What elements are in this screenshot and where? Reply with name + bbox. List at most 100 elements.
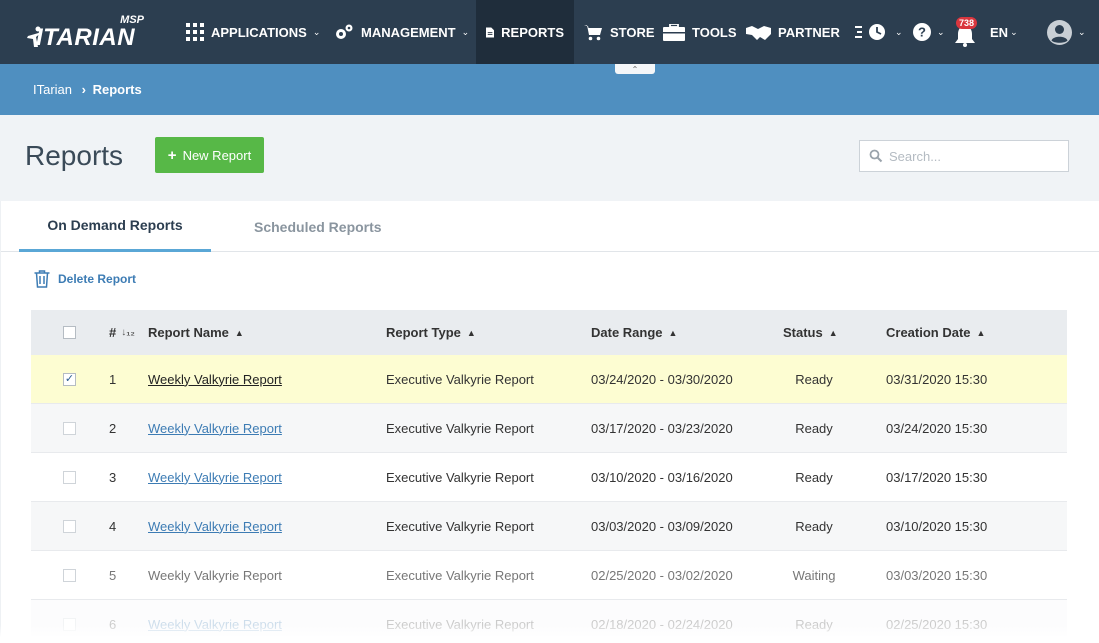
collapse-header-toggle[interactable]: ⌃ (615, 64, 655, 74)
report-type: Executive Valkyrie Report (386, 469, 534, 485)
chevron-up-icon: ⌃ (631, 64, 639, 74)
chevron-down-icon: ⌄ (895, 26, 903, 37)
date-range: 03/17/2020 - 03/23/2020 (591, 420, 733, 436)
chevron-down-icon: ⌄ (312, 26, 321, 37)
sort-icon: ▲︎ (234, 327, 244, 338)
column-header-status[interactable]: Status ▲︎ (783, 310, 838, 355)
handshake-icon (746, 25, 771, 40)
plus-icon: + (167, 146, 177, 164)
search-input[interactable] (889, 148, 1059, 164)
top-navigation-bar: MSP ITARIAN APPLICATIONS ⌄ MANAGEMENT ⌄ … (0, 0, 1099, 64)
select-all-checkbox[interactable] (63, 326, 76, 339)
page-title: Reports (25, 140, 124, 171)
column-range-label: Date Range (591, 325, 663, 340)
grid-icon (186, 23, 204, 41)
nav-reports[interactable]: REPORTS (476, 0, 574, 64)
tab-on-demand-reports[interactable]: On Demand Reports (19, 201, 211, 252)
date-range: 03/10/2020 - 03/16/2020 (591, 469, 733, 485)
help-question-icon: ? (913, 23, 931, 41)
page-header: Reports + New Report (0, 115, 1099, 201)
row-checkbox[interactable] (63, 470, 76, 484)
history-clock-icon (855, 24, 885, 40)
nav-management-label: MANAGEMENT (361, 24, 456, 40)
breadcrumb: ITarian › Reports (33, 82, 142, 97)
new-report-label: New Report (182, 147, 252, 163)
report-name-text: Weekly Valkyrie Report (148, 567, 282, 583)
nav-store[interactable]: STORE (584, 0, 655, 64)
nav-applications[interactable]: APPLICATIONS ⌄ (186, 0, 320, 64)
column-header-report-type[interactable]: Report Type ▲︎ (386, 310, 476, 355)
delete-report-button[interactable]: Delete Report (34, 270, 136, 288)
report-name-link[interactable]: Weekly Valkyrie Report (148, 519, 282, 534)
help-menu[interactable]: ? ⌄ (913, 0, 945, 64)
chevron-down-icon: ⌄ (1078, 26, 1086, 37)
select-all-cell (63, 310, 76, 355)
nav-store-label: STORE (610, 24, 655, 40)
nav-management[interactable]: MANAGEMENT ⌄ (334, 0, 469, 64)
table-row[interactable]: 5 Weekly Valkyrie Report Executive Valky… (31, 551, 1067, 600)
report-name-link[interactable]: Weekly Valkyrie Report (148, 470, 282, 485)
table-row[interactable]: ✓ 1 Weekly Valkyrie Report Executive Val… (31, 355, 1067, 404)
reports-table: # ↓₁₂ Report Name ▲︎ Report Type ▲︎ Date… (31, 310, 1067, 643)
table-row[interactable]: 3 Weekly Valkyrie Report Executive Valky… (31, 453, 1067, 502)
row-checkbox[interactable] (63, 519, 76, 533)
gears-icon (336, 24, 353, 39)
language-label: EN (990, 24, 1009, 40)
report-type: Executive Valkyrie Report (386, 420, 534, 436)
sort-icon: ▲︎ (668, 327, 678, 338)
language-selector[interactable]: EN ⌄ (990, 0, 1018, 64)
cart-icon (584, 24, 602, 40)
notification-count-badge: 738 (956, 17, 978, 29)
breadcrumb-root-link[interactable]: ITarian (33, 82, 72, 97)
row-checkbox[interactable] (63, 568, 76, 582)
itarian-logo[interactable]: MSP ITARIAN (26, 14, 146, 51)
table-row[interactable]: 2 Weekly Valkyrie Report Executive Valky… (31, 404, 1067, 453)
column-header-number[interactable]: # ↓₁₂ (109, 310, 135, 355)
creation-date: 03/24/2020 15:30 (886, 420, 988, 436)
report-type: Executive Valkyrie Report (386, 518, 534, 534)
column-header-report-name[interactable]: Report Name ▲︎ (148, 310, 244, 355)
recent-history-menu[interactable]: ⌄ (855, 0, 903, 64)
sort-icon: ▲︎ (828, 327, 838, 338)
status-text: Ready (795, 420, 833, 436)
reports-panel: On Demand Reports Scheduled Reports Dele… (1, 201, 1099, 643)
row-number: 2 (109, 420, 117, 436)
document-icon (486, 27, 495, 37)
nav-partner[interactable]: PARTNER (746, 0, 840, 64)
user-profile-menu[interactable]: ⌄ (1047, 0, 1086, 64)
trash-icon (34, 270, 50, 288)
date-range: 02/25/2020 - 03/02/2020 (591, 567, 733, 583)
column-header-date-range[interactable]: Date Range ▲︎ (591, 310, 677, 355)
row-number: 5 (109, 567, 117, 583)
report-name-link[interactable]: Weekly Valkyrie Report (148, 372, 282, 387)
report-name-link[interactable]: Weekly Valkyrie Report (148, 421, 282, 436)
nav-reports-label: REPORTS (501, 24, 564, 40)
row-checkbox[interactable] (63, 421, 76, 435)
column-name-label: Report Name (148, 325, 229, 340)
report-type: Executive Valkyrie Report (386, 567, 534, 583)
row-number: 1 (109, 371, 117, 387)
table-header: # ↓₁₂ Report Name ▲︎ Report Type ▲︎ Date… (31, 310, 1067, 355)
svg-text:?: ? (918, 25, 926, 40)
search-box[interactable] (859, 140, 1069, 172)
avatar (1047, 19, 1072, 45)
date-range: 03/03/2020 - 03/09/2020 (591, 518, 733, 534)
delete-report-label: Delete Report (58, 272, 137, 286)
nav-tools[interactable]: TOOLS (663, 0, 737, 64)
chevron-down-icon: ⌄ (1010, 26, 1018, 37)
toolbox-icon (663, 23, 685, 41)
column-status-label: Status (783, 325, 823, 340)
sort-numeric-icon: ↓₁₂ (121, 327, 135, 338)
column-header-creation-date[interactable]: Creation Date ▲︎ (886, 310, 985, 355)
row-checkbox[interactable]: ✓ (63, 372, 76, 386)
sort-icon: ▲︎ (976, 327, 986, 338)
row-number: 4 (109, 518, 117, 534)
notifications-button[interactable]: 738 (954, 0, 978, 64)
table-row[interactable]: 4 Weekly Valkyrie Report Executive Valky… (31, 502, 1067, 551)
new-report-button[interactable]: + New Report (155, 137, 264, 173)
column-created-label: Creation Date (886, 325, 971, 340)
tab-scheduled-reports[interactable]: Scheduled Reports (254, 201, 382, 252)
nav-applications-label: APPLICATIONS (211, 24, 307, 40)
creation-date: 03/17/2020 15:30 (886, 469, 988, 485)
breadcrumb-separator-icon: › (81, 82, 86, 97)
